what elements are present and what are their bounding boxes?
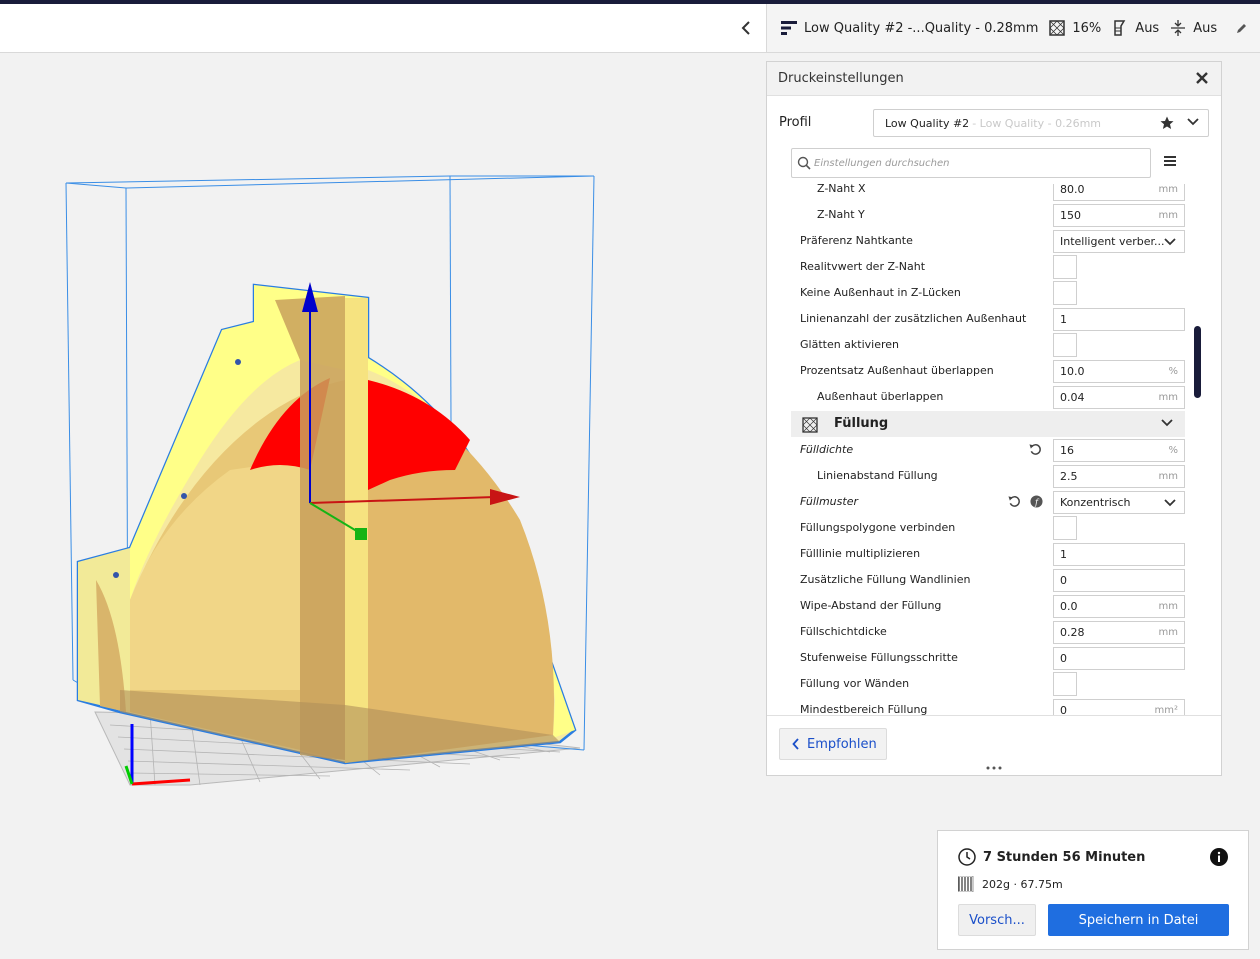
adhesion-icon [1169, 19, 1187, 37]
print-estimate-panel: 7 Stunden 56 Minuten 202g · 67.75m Vorsc… [937, 830, 1249, 950]
setting-row: Zusätzliche Füllung Wandlinien 0 [791, 567, 1185, 593]
3d-viewport[interactable] [0, 54, 766, 959]
extra-wall-lines-input[interactable]: 0 [1053, 569, 1185, 592]
setting-row: Keine Außenhaut in Z-Lücken [791, 280, 1185, 306]
infill-layer-thickness-input[interactable]: 0.28 mm [1053, 621, 1185, 644]
seam-corner-dropdown[interactable]: Intelligent verber... [1053, 230, 1185, 253]
panel-header: Druckeinstellungen [767, 62, 1221, 96]
setting-row: Mindestbereich Füllung 0 mm² [791, 697, 1185, 715]
profile-name: Low Quality #2 [885, 116, 970, 130]
profile-lines-icon [780, 19, 798, 37]
infill-multiplier-input[interactable]: 1 [1053, 543, 1185, 566]
setting-row: Füllschichtdicke 0.28 mm [791, 619, 1185, 645]
z-seam-x-input[interactable]: 80.0 mm [1053, 184, 1185, 201]
setting-row: Prozentsatz Außenhaut überlappen 10.0% [791, 358, 1185, 384]
ironing-checkbox[interactable] [1053, 333, 1077, 357]
setting-row: Linienanzahl der zusätzlichen Außenhaut … [791, 306, 1185, 332]
min-infill-area-input[interactable]: 0 mm² [1053, 699, 1185, 715]
skin-overlap-pct-input[interactable]: 10.0% [1053, 360, 1185, 383]
infill-icon [802, 417, 818, 437]
setting-row: Füllung vor Wänden [791, 671, 1185, 697]
setting-row: Stufenweise Füllungsschritte 0 [791, 645, 1185, 671]
z-seam-y-input[interactable]: 150 mm [1053, 204, 1185, 227]
reset-icon[interactable] [1029, 443, 1042, 459]
stage-header [0, 4, 766, 53]
chevron-down-icon [1164, 498, 1176, 511]
profile-label: Profil [779, 115, 812, 130]
print-settings-panel: Druckeinstellungen Profil Low Quality #2… [766, 61, 1222, 776]
pencil-icon[interactable] [1233, 19, 1251, 37]
profile-subtitle: - Low Quality - 0.26mm [972, 116, 1102, 130]
profile-row: Profil Low Quality #2 - Low Quality - 0.… [767, 108, 1221, 138]
adhesion-value: Aus [1193, 20, 1218, 36]
print-setup-summary[interactable]: Low Quality #2 -...Quality - 0.28mm 16% … [766, 4, 1260, 53]
reset-icon[interactable] [1008, 495, 1021, 511]
setting-row: Außenhaut überlappen 0.04 mm [791, 384, 1185, 410]
setting-row: Füllmuster f Konzentrisch [791, 489, 1185, 515]
setting-row: Fülllinie multiplizieren 1 [791, 541, 1185, 567]
skin-overlap-input[interactable]: 0.04 mm [1053, 386, 1185, 409]
connect-polygons-checkbox[interactable] [1053, 516, 1077, 540]
chevron-left-icon [792, 738, 799, 750]
no-skin-gaps-checkbox[interactable] [1053, 281, 1077, 305]
setting-row: Linienabstand Füllung 2.5 mm [791, 463, 1185, 489]
material-usage: 202g · 67.75m [958, 876, 1063, 892]
3d-model[interactable] [76, 283, 577, 765]
settings-search-input[interactable]: Einstellungen durchsuchen [791, 148, 1151, 178]
category-infill[interactable]: Füllung [791, 411, 1185, 437]
hamburger-menu-icon[interactable] [1163, 154, 1179, 170]
spool-icon [958, 876, 974, 892]
save-to-file-button[interactable]: Speichern in Datei [1048, 904, 1229, 936]
info-icon[interactable] [1210, 848, 1228, 869]
setting-row: Z-Naht Y 150 mm [791, 202, 1185, 228]
search-placeholder: Einstellungen durchsuchen [814, 157, 950, 169]
function-info-icon[interactable]: f [1030, 495, 1043, 511]
infill-icon [1048, 19, 1066, 37]
support-value: Aus [1135, 20, 1160, 36]
infill-line-distance-input[interactable]: 2.5 mm [1053, 465, 1185, 488]
support-icon [1111, 19, 1129, 37]
infill-before-walls-checkbox[interactable] [1053, 672, 1077, 696]
search-icon [797, 156, 811, 173]
profile-summary-text: Low Quality #2 -...Quality - 0.28mm [804, 20, 1039, 36]
wipe-distance-input[interactable]: 0.0 mm [1053, 595, 1185, 618]
infill-density-input[interactable]: 16% [1053, 439, 1185, 462]
setting-row: Z-Naht X 80.0 mm [791, 184, 1185, 202]
chevron-down-icon [1187, 117, 1199, 130]
setting-row: Realitvwert der Z-Naht [791, 254, 1185, 280]
star-icon[interactable] [1160, 116, 1174, 133]
collapse-panel-button[interactable] [736, 18, 756, 38]
print-time: 7 Stunden 56 Minuten [958, 848, 1145, 866]
panel-title: Druckeinstellungen [778, 71, 904, 86]
infill-value: 16% [1072, 20, 1102, 36]
close-icon[interactable] [1195, 71, 1211, 87]
setting-row: Fülldichte 16% [791, 437, 1185, 463]
setting-row: Präferenz Nahtkante Intelligent verber..… [791, 228, 1185, 254]
settings-scrollbar[interactable] [1194, 326, 1201, 398]
preview-button[interactable]: Vorsch... [958, 904, 1036, 936]
chevron-down-icon [1164, 237, 1176, 250]
model-scene[interactable] [0, 54, 766, 959]
profile-dropdown[interactable]: Low Quality #2 - Low Quality - 0.26mm [873, 109, 1209, 137]
setting-row: Glätten aktivieren [791, 332, 1185, 358]
chevron-left-icon [741, 21, 750, 35]
recommended-button[interactable]: Empfohlen [779, 728, 887, 760]
settings-list[interactable]: Z-Naht X 80.0 mm Z-Naht Y 150 mm Präferenz… [767, 184, 1221, 715]
setting-row: Wipe-Abstand der Füllung 0.0 mm [791, 593, 1185, 619]
gradual-steps-input[interactable]: 0 [1053, 647, 1185, 670]
chevron-down-icon [1161, 417, 1173, 432]
extra-skin-lines-input[interactable]: 1 [1053, 308, 1185, 331]
seam-relative-checkbox[interactable] [1053, 255, 1077, 279]
clock-icon [958, 848, 976, 866]
setting-row: Füllungspolygone verbinden [791, 515, 1185, 541]
panel-resize-handle[interactable] [767, 765, 1221, 775]
infill-pattern-dropdown[interactable]: Konzentrisch [1053, 491, 1185, 514]
